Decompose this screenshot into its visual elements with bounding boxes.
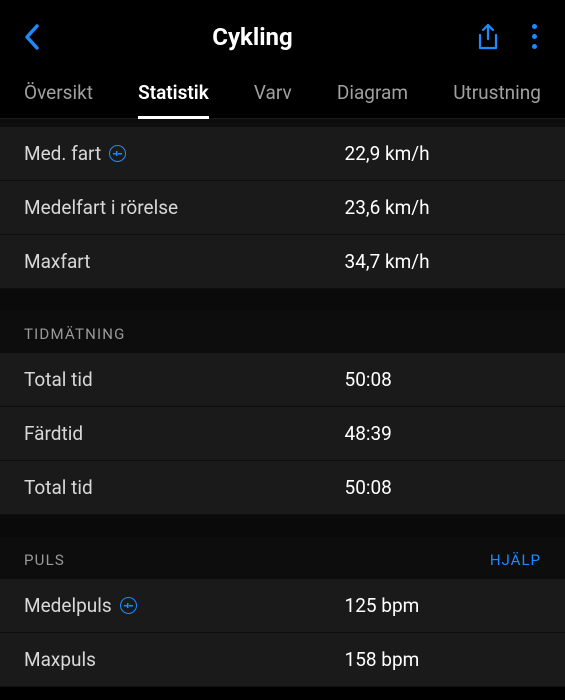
back-icon[interactable] — [24, 24, 40, 50]
section-header: PULS HJÄLP — [0, 537, 565, 579]
stat-row: Med. fart 22,9 km/h — [0, 127, 565, 181]
stat-value: 23,6 km/h — [345, 196, 541, 219]
tab-diagram[interactable]: Diagram — [337, 81, 408, 118]
stat-label: Färdtid — [24, 422, 83, 445]
stat-row: Maxpuls 158 bpm — [0, 633, 565, 687]
stat-label: Maxpuls — [24, 648, 96, 671]
timing-section: TIDMÄTNING Total tid 50:08 Färdtid 48:39… — [0, 311, 565, 515]
content: Med. fart 22,9 km/h Medelfart i rörelse … — [0, 119, 565, 687]
stat-row: Färdtid 48:39 — [0, 407, 565, 461]
tab-utrustning[interactable]: Utrustning — [453, 81, 541, 118]
stat-row: Total tid 50:08 — [0, 353, 565, 407]
stat-row: Medelpuls 125 bpm — [0, 579, 565, 633]
stat-label: Medelpuls — [24, 594, 112, 617]
tab-varv[interactable]: Varv — [254, 81, 292, 118]
pulse-section: PULS HJÄLP Medelpuls 125 bpm Maxpuls 158… — [0, 537, 565, 687]
section-title: TIDMÄTNING — [24, 325, 126, 343]
page-title: Cykling — [64, 23, 441, 51]
help-link[interactable]: HJÄLP — [490, 551, 541, 569]
stat-value: 22,9 km/h — [345, 142, 541, 165]
app-header: Cykling — [0, 0, 565, 69]
tab-statistik[interactable]: Statistik — [138, 81, 209, 118]
stat-label: Med. fart — [24, 142, 101, 165]
stat-value: 48:39 — [345, 422, 541, 445]
stat-label: Total tid — [24, 476, 93, 499]
tab-oversikt[interactable]: Översikt — [24, 81, 93, 118]
stat-row: Maxfart 34,7 km/h — [0, 235, 565, 289]
stat-value: 34,7 km/h — [345, 250, 541, 273]
stat-label: Maxfart — [24, 250, 90, 273]
section-header: TIDMÄTNING — [0, 311, 565, 353]
activity-icon — [120, 597, 137, 614]
stat-value: 158 bpm — [345, 648, 541, 671]
section-title: PULS — [24, 551, 65, 569]
stat-value: 50:08 — [345, 476, 541, 499]
stat-label: Medelfart i rörelse — [24, 196, 178, 219]
stat-row: Medelfart i rörelse 23,6 km/h — [0, 181, 565, 235]
speed-section: Med. fart 22,9 km/h Medelfart i rörelse … — [0, 119, 565, 289]
stat-row: Total tid 50:08 — [0, 461, 565, 515]
stat-value: 50:08 — [345, 368, 541, 391]
stat-value: 125 bpm — [345, 594, 541, 617]
stat-label: Total tid — [24, 368, 93, 391]
share-icon[interactable] — [476, 23, 500, 51]
tab-bar: Översikt Statistik Varv Diagram Utrustni… — [0, 69, 565, 119]
activity-icon — [109, 145, 126, 162]
more-icon[interactable] — [528, 20, 541, 53]
